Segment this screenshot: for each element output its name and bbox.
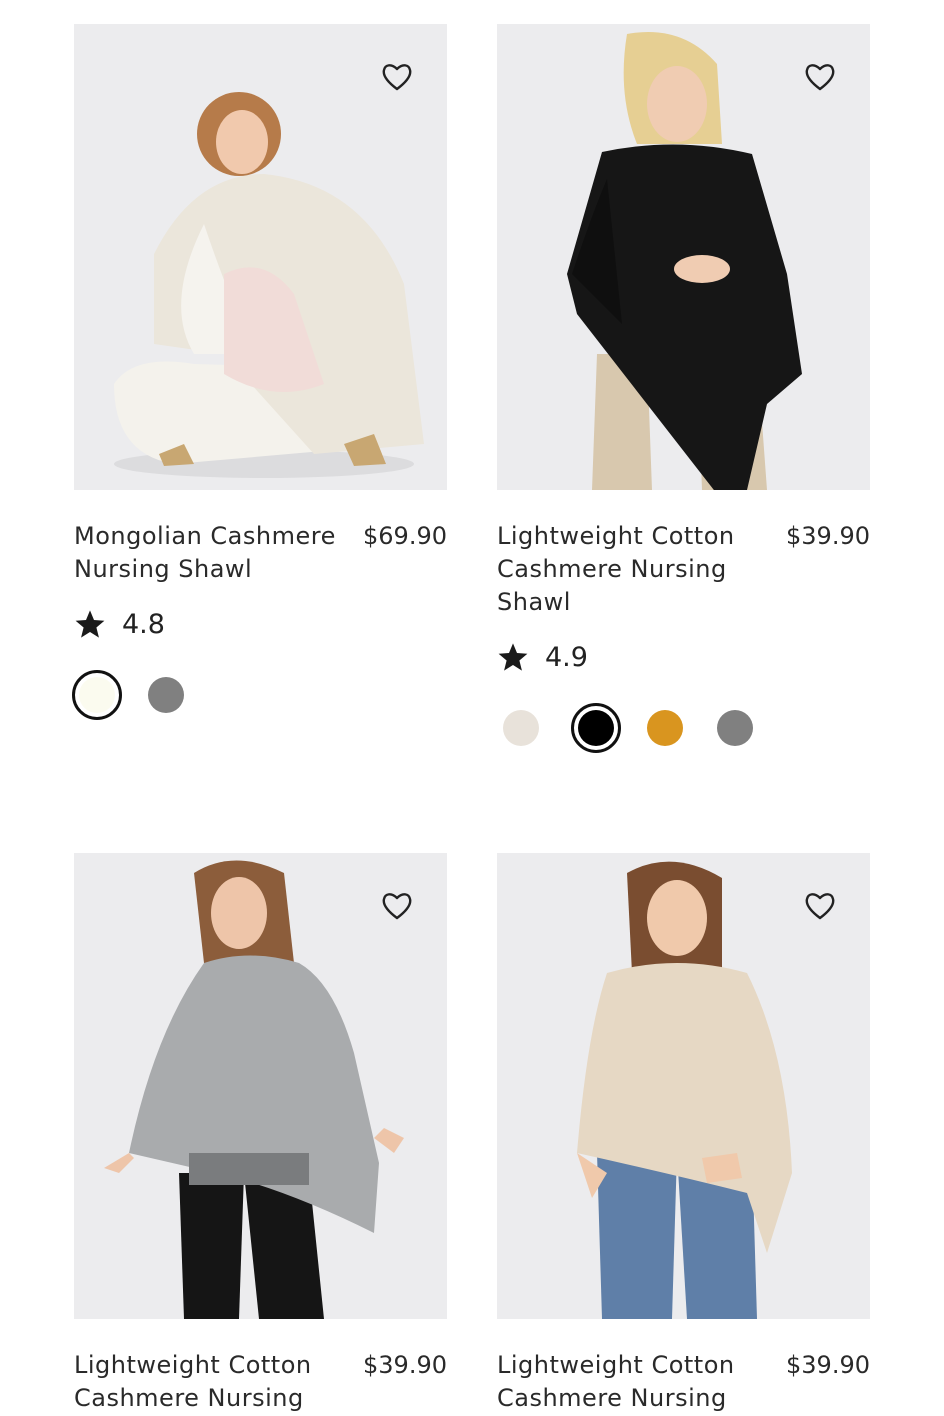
product-card[interactable]: Lightweight Cotton Cashmere Nursing $39.… [497, 853, 870, 1415]
color-swatch[interactable] [148, 677, 184, 713]
product-info: Lightweight Cotton Cashmere Nursing $39.… [497, 1349, 870, 1415]
product-title[interactable]: Lightweight Cotton Cashmere Nursing [497, 1349, 759, 1415]
product-price: $39.90 [786, 1351, 870, 1379]
color-swatch-selected[interactable] [571, 703, 621, 753]
color-swatch[interactable] [717, 710, 753, 746]
product-card[interactable]: Lightweight Cotton Cashmere Nursing $39.… [74, 853, 447, 1415]
product-price: $39.90 [786, 522, 870, 550]
color-swatch-selected[interactable] [72, 670, 122, 720]
rating-value: 4.9 [545, 641, 588, 673]
swatch-dot [79, 677, 115, 713]
product-info: Lightweight Cotton Cashmere Nursing Shaw… [497, 520, 870, 753]
product-photo [497, 24, 870, 490]
product-title[interactable]: Lightweight Cotton Cashmere Nursing [74, 1349, 336, 1415]
product-title[interactable]: Lightweight Cotton Cashmere Nursing Shaw… [497, 520, 759, 619]
product-photo [497, 853, 870, 1319]
swatch-dot [578, 710, 614, 746]
color-swatch[interactable] [503, 710, 539, 746]
product-price: $39.90 [363, 1351, 447, 1379]
product-price: $69.90 [363, 522, 447, 550]
product-title[interactable]: Mongolian Cashmere Nursing Shawl [74, 520, 336, 586]
product-rating: 4.8 [74, 608, 447, 640]
star-icon [497, 641, 529, 673]
product-image[interactable] [74, 853, 447, 1319]
product-info: Mongolian Cashmere Nursing Shawl $69.90 … [72, 520, 447, 720]
color-swatches [497, 703, 870, 753]
favorite-heart-icon[interactable] [381, 891, 413, 921]
product-image[interactable] [74, 24, 447, 490]
product-rating: 4.9 [497, 641, 870, 673]
favorite-heart-icon[interactable] [804, 891, 836, 921]
color-swatch[interactable] [647, 710, 683, 746]
product-image[interactable] [497, 24, 870, 490]
product-card[interactable]: Mongolian Cashmere Nursing Shawl $69.90 … [72, 24, 447, 720]
star-icon [74, 608, 106, 640]
rating-value: 4.8 [122, 608, 165, 640]
favorite-heart-icon[interactable] [381, 62, 413, 92]
product-photo [74, 24, 447, 490]
product-card[interactable]: Lightweight Cotton Cashmere Nursing Shaw… [497, 24, 870, 753]
product-photo [74, 853, 447, 1319]
color-swatches [72, 670, 447, 720]
product-info: Lightweight Cotton Cashmere Nursing $39.… [74, 1349, 447, 1415]
favorite-heart-icon[interactable] [804, 62, 836, 92]
product-image[interactable] [497, 853, 870, 1319]
